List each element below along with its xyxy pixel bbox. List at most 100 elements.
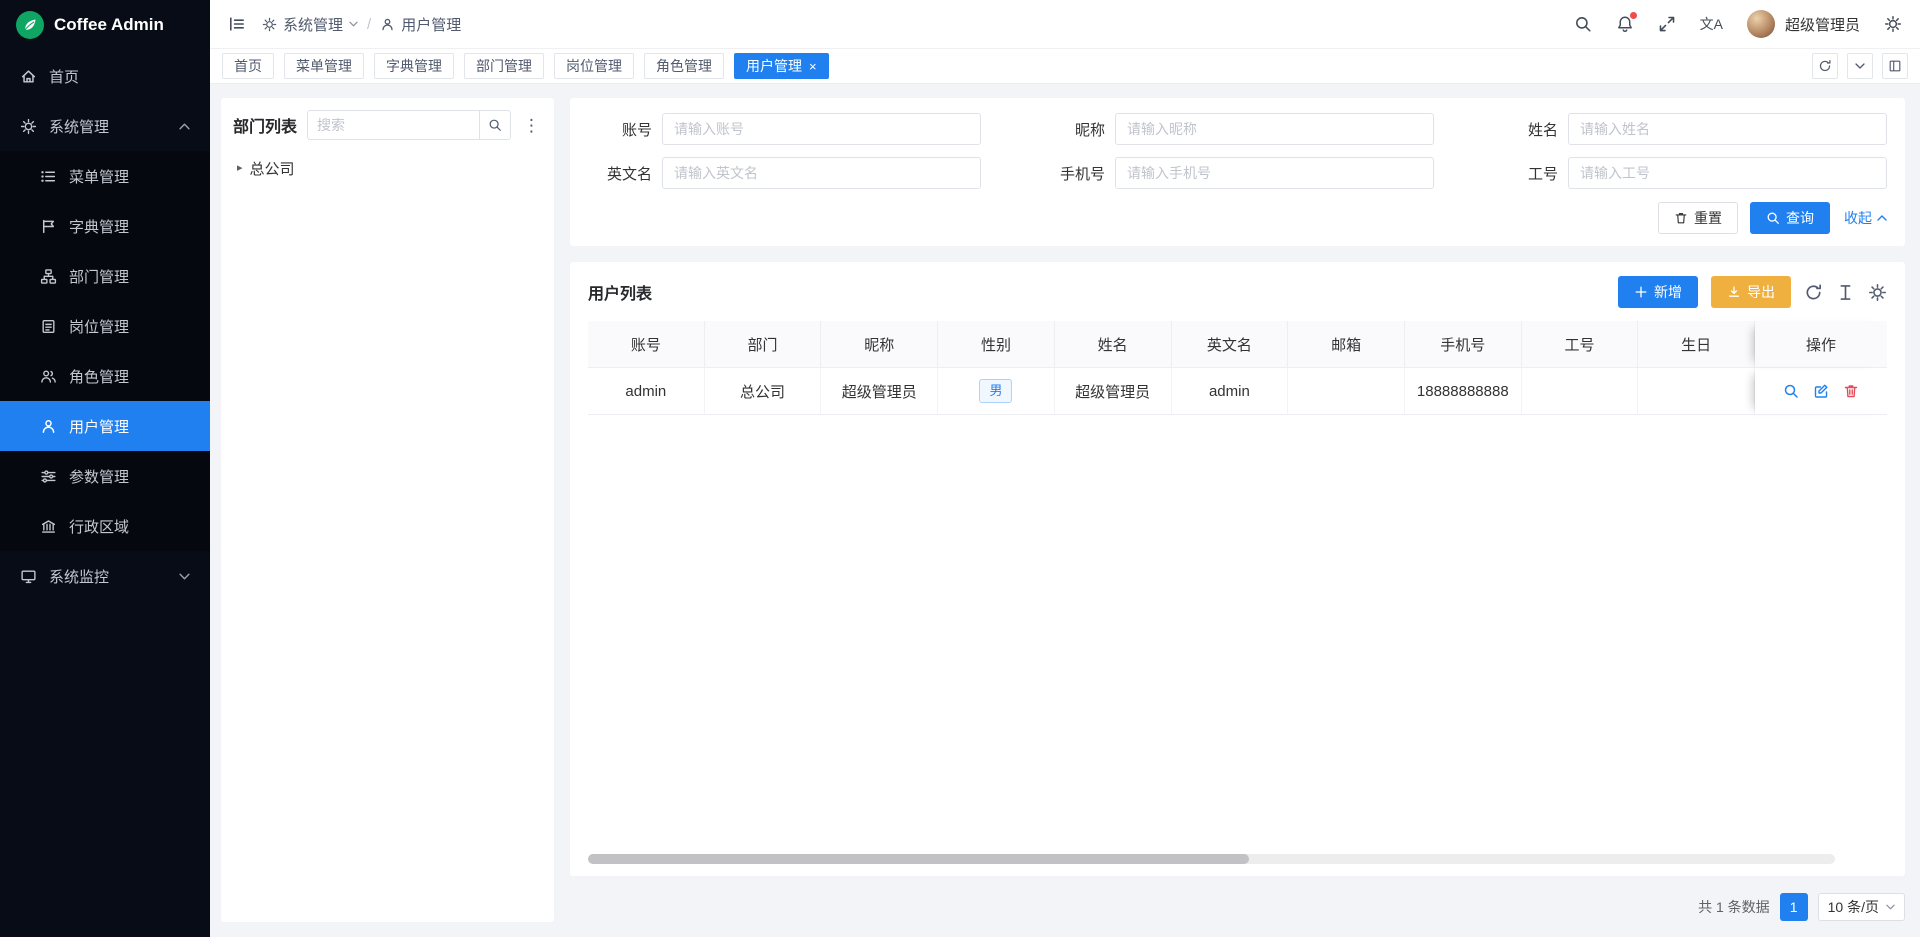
cell-actions: [1755, 368, 1887, 415]
chevron-down-icon: [179, 573, 190, 580]
chevron-down-icon: [1886, 904, 1895, 910]
breadcrumb-user-management[interactable]: 用户管理: [380, 14, 461, 35]
department-search-button[interactable]: [479, 110, 511, 140]
sidebar-item-system-management[interactable]: 系统管理: [0, 101, 210, 151]
sidebar-item-dept-management[interactable]: 部门管理: [0, 251, 210, 301]
tab-options-chevron-down-icon[interactable]: [1847, 53, 1873, 79]
app-title: Coffee Admin: [54, 15, 164, 35]
org-tree-icon: [40, 268, 57, 285]
plus-icon: [1634, 285, 1648, 299]
sidebar-item-post-management[interactable]: 岗位管理: [0, 301, 210, 351]
breadcrumb-label: 用户管理: [401, 14, 461, 35]
query-button-label: 查询: [1786, 208, 1814, 228]
delete-icon[interactable]: [1843, 383, 1859, 399]
caret-right-icon[interactable]: ▸: [237, 163, 243, 174]
edit-icon[interactable]: [1813, 383, 1829, 399]
work-no-input[interactable]: [1568, 157, 1887, 189]
column-header-birthday: 生日: [1638, 321, 1755, 368]
sidebar-item-region-management[interactable]: 行政区域: [0, 501, 210, 551]
name-label: 姓名: [1494, 119, 1558, 140]
sidebar-item-label: 系统管理: [49, 116, 109, 137]
fullscreen-icon[interactable]: [1658, 15, 1676, 33]
badge-icon: [40, 318, 57, 335]
monitor-icon: [20, 568, 37, 585]
sidebar-item-param-management[interactable]: 参数管理: [0, 451, 210, 501]
row-height-icon[interactable]: [1836, 283, 1855, 302]
tab-dept-management[interactable]: 部门管理: [464, 53, 544, 79]
user-name[interactable]: 超级管理员: [1785, 14, 1860, 35]
export-button[interactable]: 导出: [1711, 276, 1791, 308]
nickname-input[interactable]: [1115, 113, 1434, 145]
scrollbar-thumb[interactable]: [588, 854, 1249, 864]
sidebar-item-role-management[interactable]: 角色管理: [0, 351, 210, 401]
table-settings-gear-icon[interactable]: [1868, 283, 1887, 302]
english-name-input[interactable]: [662, 157, 981, 189]
download-icon: [1727, 285, 1741, 299]
sidebar-item-label: 首页: [49, 66, 79, 87]
notification-bell-icon[interactable]: [1616, 15, 1634, 33]
refresh-icon[interactable]: [1804, 283, 1823, 302]
breadcrumb-system-management[interactable]: 系统管理: [262, 14, 358, 35]
column-header-gender: 性别: [938, 321, 1055, 368]
tab-menu-management[interactable]: 菜单管理: [284, 53, 364, 79]
view-icon[interactable]: [1783, 383, 1799, 399]
tree-node-head-office[interactable]: ▸ 总公司: [233, 152, 542, 185]
query-button[interactable]: 查询: [1750, 202, 1830, 234]
sidebar-item-label: 岗位管理: [69, 316, 129, 337]
user-avatar[interactable]: [1747, 10, 1775, 38]
tab-post-management[interactable]: 岗位管理: [554, 53, 634, 79]
name-input[interactable]: [1568, 113, 1887, 145]
export-button-label: 导出: [1747, 282, 1775, 302]
user-list-actions: 新增 导出: [1618, 276, 1887, 308]
sidebar-item-user-management[interactable]: 用户管理: [0, 401, 210, 451]
tab-user-management[interactable]: 用户管理 ×: [734, 53, 829, 79]
account-input[interactable]: [662, 113, 981, 145]
column-header-english-name: 英文名: [1172, 321, 1289, 368]
search-icon[interactable]: [1574, 15, 1592, 33]
tab-role-management[interactable]: 角色管理: [644, 53, 724, 79]
horizontal-scrollbar[interactable]: [588, 854, 1835, 864]
tab-label: 部门管理: [476, 56, 532, 76]
sidebar-submenu: 菜单管理 字典管理 部门管理: [0, 151, 210, 551]
form-item-phone: 手机号: [1041, 157, 1434, 189]
sidebar-item-label: 角色管理: [69, 366, 129, 387]
close-icon[interactable]: ×: [809, 60, 817, 73]
phone-input[interactable]: [1115, 157, 1434, 189]
collapse-form-link[interactable]: 收起: [1844, 208, 1887, 228]
cell-gender: 男: [938, 368, 1055, 415]
sliders-icon: [40, 468, 57, 485]
menu-list-icon: [40, 168, 57, 185]
sidebar-item-dict-management[interactable]: 字典管理: [0, 201, 210, 251]
refresh-icon[interactable]: [1812, 53, 1838, 79]
page-1-button[interactable]: 1: [1780, 893, 1808, 921]
layout-icon[interactable]: [1882, 53, 1908, 79]
breadcrumb-label: 系统管理: [283, 14, 343, 35]
tab-label: 菜单管理: [296, 56, 352, 76]
more-options-icon[interactable]: ⋮: [521, 117, 542, 134]
page-size-value: 10 条/页: [1828, 897, 1879, 917]
gear-icon: [262, 17, 277, 32]
department-search-input[interactable]: [307, 110, 479, 140]
sidebar-item-home[interactable]: 首页: [0, 51, 210, 101]
sidebar-item-menu-management[interactable]: 菜单管理: [0, 151, 210, 201]
coffee-leaf-logo-icon: [16, 11, 44, 39]
tree-node-label: 总公司: [250, 158, 295, 179]
page-size-select[interactable]: 10 条/页: [1818, 893, 1905, 921]
tab-label: 字典管理: [386, 56, 442, 76]
menu-collapse-icon[interactable]: [228, 15, 246, 33]
add-user-button[interactable]: 新增: [1618, 276, 1698, 308]
department-search: [307, 110, 511, 140]
column-header-name: 姓名: [1055, 321, 1172, 368]
reset-button[interactable]: 重置: [1658, 202, 1738, 234]
sidebar-item-label: 用户管理: [69, 416, 129, 437]
english-name-label: 英文名: [588, 163, 652, 184]
cell-name: 超级管理员: [1055, 368, 1172, 415]
settings-gear-icon[interactable]: [1884, 15, 1902, 33]
breadcrumb-separator: /: [367, 16, 371, 33]
tab-home[interactable]: 首页: [222, 53, 274, 79]
table-empty-space: [588, 415, 1887, 846]
sidebar-item-system-monitor[interactable]: 系统监控: [0, 551, 210, 601]
gear-icon: [20, 118, 37, 135]
translate-icon[interactable]: 文A: [1700, 15, 1723, 33]
tab-dict-management[interactable]: 字典管理: [374, 53, 454, 79]
